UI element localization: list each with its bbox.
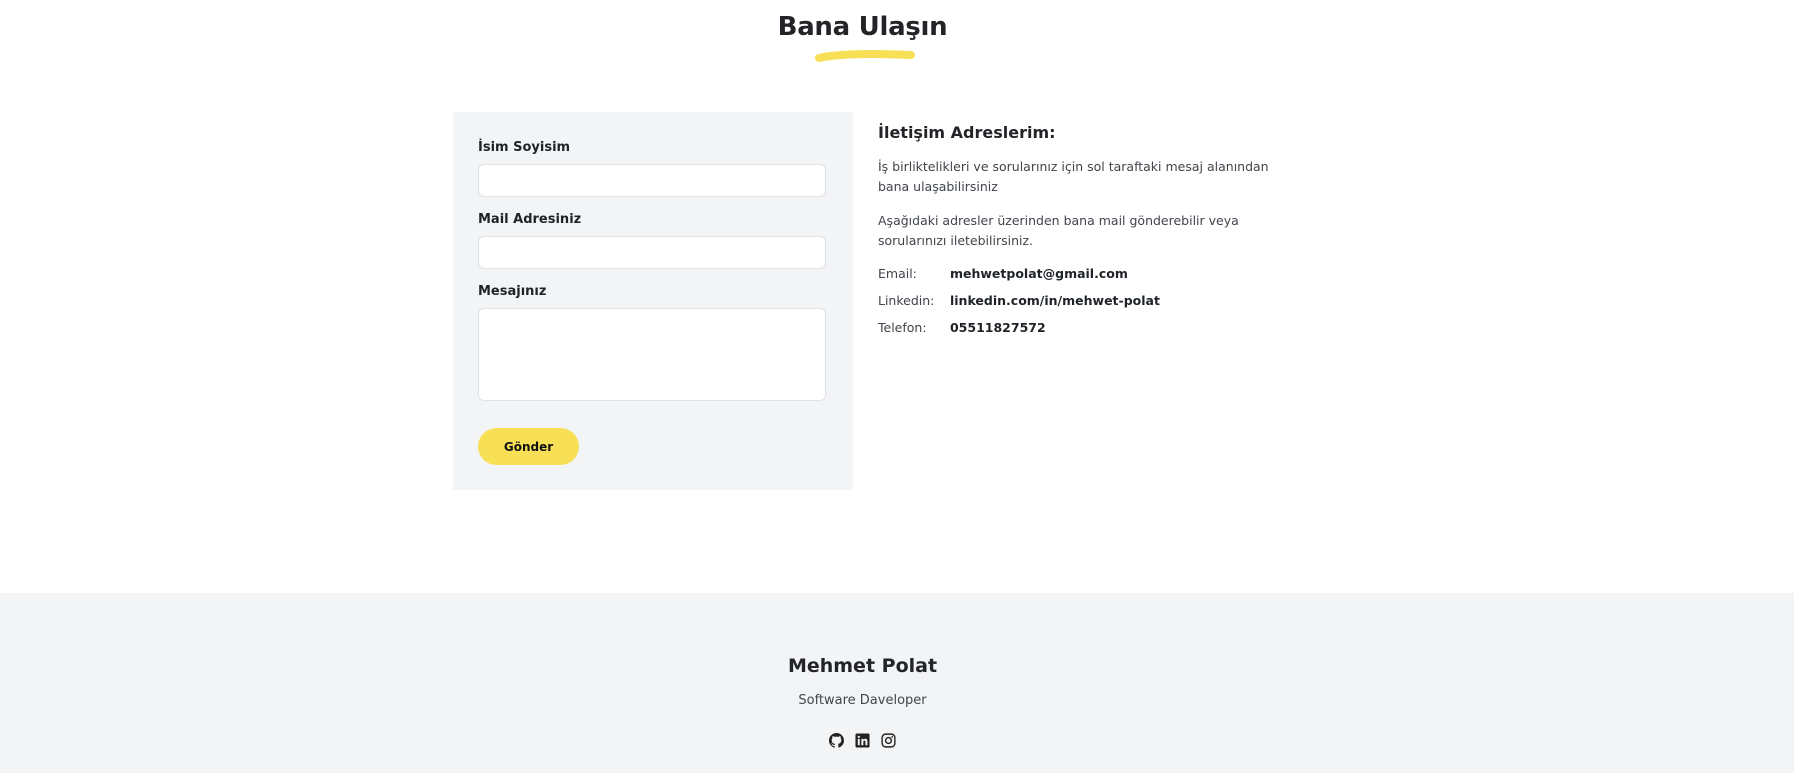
page-title: Bana Ulaşın	[777, 12, 948, 42]
contact-paragraph-2: Aşağıdaki adresler üzerinden bana mail g…	[878, 213, 1239, 248]
message-label: Mesajınız	[478, 284, 547, 299]
contact-linkedin-value[interactable]: linkedin.com/in/mehwet-polat	[950, 293, 1160, 308]
contact-row-email: Email: mehwetpolat@gmail.com	[878, 266, 1128, 281]
contact-phone-value[interactable]: 05511827572	[950, 320, 1046, 335]
contact-form: İsim Soyisim Mail Adresiniz Mesajınız Gö…	[453, 112, 853, 490]
contact-row-linkedin: Linkedin: linkedin.com/in/mehwet-polat	[878, 293, 1160, 308]
footer-role: Software Daveloper	[798, 693, 927, 708]
submit-button[interactable]: Gönder	[478, 428, 579, 465]
linkedin-icon[interactable]	[855, 732, 871, 748]
email-input[interactable]	[478, 236, 826, 269]
title-underline-decoration	[815, 50, 915, 62]
footer-social-links	[0, 732, 1725, 748]
github-icon[interactable]	[829, 732, 845, 748]
name-label: İsim Soyisim	[478, 140, 571, 155]
instagram-icon[interactable]	[881, 732, 897, 748]
name-input[interactable]	[478, 164, 826, 197]
contact-email-key: Email:	[878, 266, 917, 281]
message-textarea[interactable]	[478, 308, 826, 401]
footer-name: Mehmet Polat	[787, 655, 938, 677]
contact-phone-key: Telefon:	[878, 320, 927, 335]
contact-paragraph-1: İş birliktelikleri ve sorularınız için s…	[878, 159, 1269, 194]
contact-info-title: İletişim Adreslerim:	[878, 123, 1056, 142]
section-heading: Bana Ulaşın	[0, 12, 1725, 42]
contact-row-phone: Telefon: 05511827572	[878, 320, 1046, 335]
contact-page: Bana Ulaşın İsim Soyisim Mail Adresiniz …	[0, 0, 1794, 773]
contact-info: İletişim Adreslerim: İş birliktelikleri …	[878, 123, 1278, 335]
contact-email-value[interactable]: mehwetpolat@gmail.com	[950, 266, 1128, 281]
contact-linkedin-key: Linkedin:	[878, 293, 935, 308]
footer: Mehmet Polat Software Daveloper	[0, 593, 1794, 773]
email-label: Mail Adresiniz	[478, 212, 582, 227]
